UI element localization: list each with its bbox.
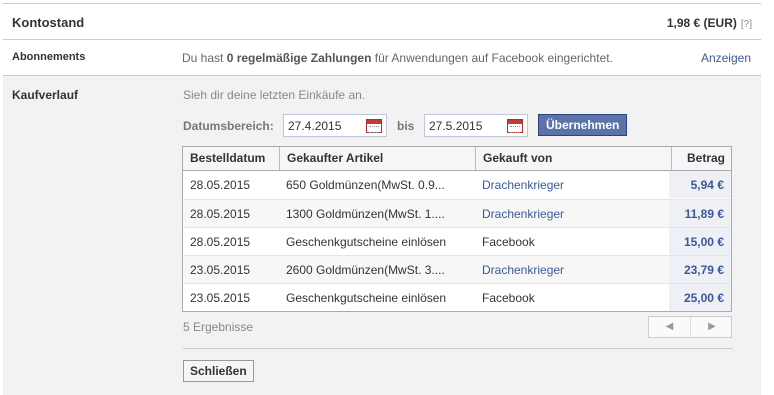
table-row: 23.05.2015 Geschenkgutscheine einlösen Fac… [183, 283, 731, 311]
calendar-icon[interactable] [507, 119, 523, 133]
subscriptions-label: Abonnements [12, 51, 86, 63]
subscriptions-row: Abonnements Du hast 0 regelmäßige Zahlun… [3, 40, 761, 76]
subscriptions-text: Du hast 0 regelmäßige Zahlungen für Anwe… [182, 51, 613, 65]
help-link[interactable]: [?] [741, 19, 752, 30]
seller-cell[interactable]: Drachenkrieger [475, 171, 671, 198]
amount-cell[interactable]: 23,79 € [669, 256, 731, 283]
next-page-button[interactable]: ▶ [691, 317, 733, 337]
previous-page-button[interactable]: ◀ [649, 317, 691, 337]
amount-cell[interactable]: 11,89 € [669, 200, 731, 227]
date-range-filter: Datumsbereich: 27.4.2015 bis 27.5.2015 Ü… [183, 114, 633, 138]
seller-cell[interactable]: Drachenkrieger [475, 256, 671, 283]
seller-cell: Facebook [482, 291, 535, 305]
table-row: 23.05.2015 2600 Goldmünzen(MwSt. 3.... Dra… [183, 255, 731, 283]
amount-cell[interactable]: 25,00 € [669, 284, 731, 311]
divider [183, 348, 733, 349]
apply-button[interactable]: Übernehmen [538, 114, 628, 136]
close-button[interactable]: Schließen [183, 360, 254, 382]
seller-cell[interactable]: Drachenkrieger [475, 200, 671, 227]
column-header-item[interactable]: Gekaufter Artikel [279, 147, 475, 170]
date-to-input[interactable]: 27.5.2015 [424, 114, 528, 137]
order-date-cell: 23.05.2015 [190, 263, 251, 277]
order-date-cell: 23.05.2015 [190, 291, 251, 305]
table-body: 28.05.2015 650 Goldmünzen(MwSt. 0.9... Dra… [183, 171, 731, 311]
table-row: 28.05.2015 Geschenkgutscheine einlösen Fac… [183, 227, 731, 255]
purchase-history-label: Kaufverlauf [12, 88, 79, 102]
balance-value: 1,98 € (EUR) [?] [667, 16, 752, 30]
column-header-order-date[interactable]: Bestelldatum [183, 147, 279, 170]
item-cell: Geschenkgutscheine einlösen [286, 235, 447, 249]
table-row: 28.05.2015 650 Goldmünzen(MwSt. 0.9... Dra… [183, 171, 731, 199]
purchase-history-row: Kaufverlauf Sieh dir deine letzten Einkä… [3, 76, 761, 395]
balance-amount: 1,98 € (EUR) [666, 16, 737, 30]
table-row: 28.05.2015 1300 Goldmünzen(MwSt. 1.... Dra… [183, 199, 731, 227]
pagination: ◀ ▶ [648, 316, 732, 338]
subscriptions-text-before: Du hast [182, 51, 227, 65]
column-header-seller[interactable]: Gekauft von [475, 147, 671, 170]
amount-cell[interactable]: 15,00 € [669, 228, 731, 255]
result-count: 5 Ergebnisse [183, 320, 254, 334]
date-range-separator: bis [397, 119, 415, 133]
date-from-value: 27.4.2015 [288, 119, 342, 133]
date-from-input[interactable]: 27.4.2015 [283, 114, 387, 137]
order-date-cell: 28.05.2015 [190, 235, 251, 249]
seller-cell: Facebook [482, 235, 535, 249]
purchase-table: Bestelldatum Gekaufter Artikel Gekauft v… [182, 146, 732, 312]
item-cell: 650 Goldmünzen(MwSt. 0.9... [286, 178, 445, 192]
subscriptions-text-after: für Anwendungen auf Facebook eingerichte… [371, 51, 613, 65]
item-cell: Geschenkgutscheine einlösen [286, 291, 447, 305]
order-date-cell: 28.05.2015 [190, 207, 251, 221]
calendar-icon[interactable] [366, 119, 382, 133]
date-to-value: 27.5.2015 [429, 119, 483, 133]
column-header-amount[interactable]: Betrag [671, 147, 732, 170]
date-range-label: Datumsbereich: [183, 119, 274, 133]
purchase-history-intro: Sieh dir deine letzten Einkäufe an. [183, 88, 366, 102]
subscriptions-count: 0 regelmäßige Zahlungen [226, 51, 372, 65]
balance-label: Kontostand [12, 15, 85, 30]
item-cell: 2600 Goldmünzen(MwSt. 3.... [286, 263, 445, 277]
table-header: Bestelldatum Gekaufter Artikel Gekauft v… [183, 147, 731, 171]
show-subscriptions-link[interactable]: Anzeigen [701, 51, 751, 65]
amount-cell[interactable]: 5,94 € [669, 171, 731, 198]
item-cell: 1300 Goldmünzen(MwSt. 1.... [286, 207, 445, 221]
balance-row: Kontostand 1,98 € (EUR) [?] [3, 3, 761, 40]
order-date-cell: 28.05.2015 [190, 178, 251, 192]
